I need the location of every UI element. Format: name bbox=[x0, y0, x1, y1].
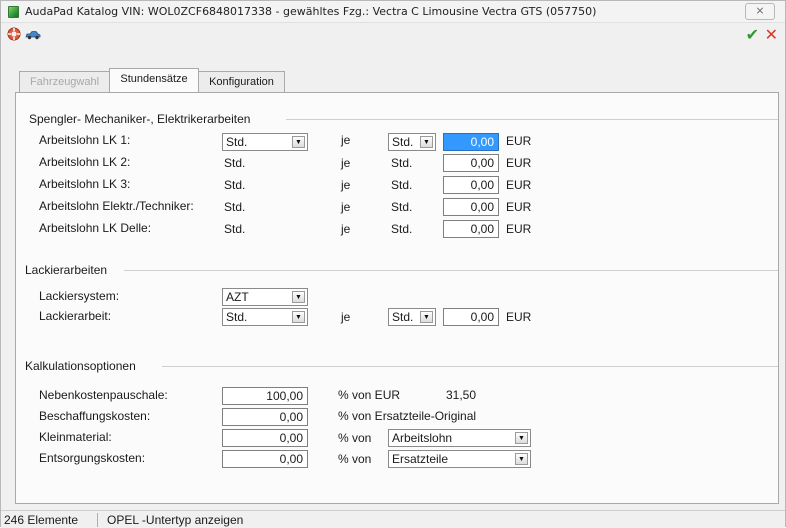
beschaffungskosten-suffix: % von Ersatzteile-Original bbox=[338, 409, 477, 423]
nebenkosten-amount: 31,50 bbox=[446, 388, 477, 402]
currency-label: EUR bbox=[506, 200, 532, 214]
kleinmaterial-label: Kleinmaterial: bbox=[39, 430, 112, 444]
unit-value-delle: Std. bbox=[224, 222, 246, 236]
rate-input-delle[interactable]: 0,00 bbox=[443, 220, 499, 238]
entsorgungskosten-basis-select[interactable]: Ersatzteile ▼ bbox=[388, 450, 531, 468]
unit-value-lk3: Std. bbox=[224, 178, 246, 192]
per-unit-select-lk1-value: Std. bbox=[392, 135, 414, 149]
group-title-spengler: Spengler- Mechaniker-, Elektrikerarbeite… bbox=[29, 112, 254, 126]
rate-input-elektr[interactable]: 0,00 bbox=[443, 198, 499, 216]
chevron-down-icon[interactable]: ▼ bbox=[420, 311, 433, 323]
je-label: je bbox=[341, 222, 351, 236]
row-label-lk2: Arbeitslohn LK 2: bbox=[39, 155, 131, 169]
lackiersystem-label: Lackiersystem: bbox=[39, 289, 120, 303]
entsorgungskosten-suffix: % von bbox=[338, 452, 372, 466]
status-subtype-link[interactable]: OPEL -Untertyp anzeigen bbox=[105, 513, 243, 528]
tab-konfiguration[interactable]: Konfiguration bbox=[198, 71, 285, 93]
per-unit-value-delle: Std. bbox=[391, 222, 413, 236]
unit-select-lk1-value: Std. bbox=[226, 135, 248, 149]
catalog-window: AudaPad Katalog VIN: WOL0ZCF6848017338 -… bbox=[0, 0, 786, 528]
lackierarbeit-unit-select[interactable]: Std. ▼ bbox=[222, 308, 308, 326]
cancel-icon[interactable]: ✕ bbox=[765, 25, 778, 45]
app-icon bbox=[8, 6, 19, 18]
row-label-lk3: Arbeitslohn LK 3: bbox=[39, 177, 131, 191]
row-label-delle: Arbeitslohn LK Delle: bbox=[39, 221, 152, 235]
per-unit-select-lk1[interactable]: Std. ▼ bbox=[388, 133, 436, 151]
tab-panel: Spengler- Mechaniker-, Elektrikerarbeite… bbox=[15, 92, 779, 504]
chevron-down-icon[interactable]: ▼ bbox=[515, 453, 528, 465]
row-label-lk1: Arbeitslohn LK 1: bbox=[39, 133, 131, 147]
rate-input-lk2[interactable]: 0,00 bbox=[443, 154, 499, 172]
window-title: AudaPad Katalog VIN: WOL0ZCF6848017338 -… bbox=[25, 5, 597, 18]
group-title-kalkulationsoptionen: Kalkulationsoptionen bbox=[25, 359, 139, 373]
kleinmaterial-suffix: % von bbox=[338, 431, 372, 445]
per-unit-value-lk3: Std. bbox=[391, 178, 413, 192]
entsorgungskosten-basis-select-value: Ersatzteile bbox=[392, 452, 449, 466]
status-separator bbox=[97, 513, 98, 527]
currency-label: EUR bbox=[506, 310, 532, 324]
je-label: je bbox=[341, 178, 351, 192]
kleinmaterial-basis-select[interactable]: Arbeitslohn ▼ bbox=[388, 429, 531, 447]
chevron-down-icon[interactable]: ▼ bbox=[420, 136, 433, 148]
entsorgungskosten-label: Entsorgungskosten: bbox=[39, 451, 146, 465]
tab-stundensaetze[interactable]: Stundensätze bbox=[109, 68, 199, 92]
currency-label: EUR bbox=[506, 156, 532, 170]
status-bar: 246 Elemente OPEL -Untertyp anzeigen bbox=[1, 510, 785, 528]
currency-label: EUR bbox=[506, 134, 532, 148]
beschaffungskosten-input[interactable]: 0,00 bbox=[222, 408, 308, 426]
lackierarbeit-per-unit-select[interactable]: Std. ▼ bbox=[388, 308, 436, 326]
lifebuoy-icon[interactable] bbox=[7, 27, 21, 44]
title-bar: AudaPad Katalog VIN: WOL0ZCF6848017338 -… bbox=[1, 1, 785, 23]
nebenkosten-input[interactable]: 100,00 bbox=[222, 387, 308, 405]
je-label: je bbox=[341, 310, 351, 324]
beschaffungskosten-label: Beschaffungskosten: bbox=[39, 409, 151, 423]
entsorgungskosten-input[interactable]: 0,00 bbox=[222, 450, 308, 468]
lackierarbeit-label: Lackierarbeit: bbox=[39, 309, 112, 323]
per-unit-value-elektr: Std. bbox=[391, 200, 413, 214]
rate-input-lk3[interactable]: 0,00 bbox=[443, 176, 499, 194]
unit-select-lk1[interactable]: Std. ▼ bbox=[222, 133, 308, 151]
chevron-down-icon[interactable]: ▼ bbox=[515, 432, 528, 444]
je-label: je bbox=[341, 200, 351, 214]
nebenkosten-suffix: % von EUR bbox=[338, 388, 401, 402]
nebenkosten-label: Nebenkostenpauschale: bbox=[39, 388, 168, 402]
kleinmaterial-input[interactable]: 0,00 bbox=[222, 429, 308, 447]
currency-label: EUR bbox=[506, 178, 532, 192]
toolbar: ✔ ✕ bbox=[1, 24, 785, 46]
group-title-lackierarbeiten: Lackierarbeiten bbox=[25, 263, 111, 277]
je-label: je bbox=[341, 133, 351, 147]
row-label-elektr: Arbeitslohn Elektr./Techniker: bbox=[39, 199, 194, 213]
rate-input-lk1[interactable]: 0,00 bbox=[443, 133, 499, 151]
group-divider bbox=[286, 119, 778, 120]
unit-value-lk2: Std. bbox=[224, 156, 246, 170]
chevron-down-icon[interactable]: ▼ bbox=[292, 136, 305, 148]
window-close-button[interactable]: ⨯ bbox=[745, 3, 775, 20]
currency-label: EUR bbox=[506, 222, 532, 236]
lackierarbeit-rate-input[interactable]: 0,00 bbox=[443, 308, 499, 326]
group-divider bbox=[124, 270, 778, 271]
tab-fahrzeugwahl[interactable]: Fahrzeugwahl bbox=[19, 71, 110, 93]
kleinmaterial-basis-select-value: Arbeitslohn bbox=[392, 431, 453, 445]
lackiersystem-select[interactable]: AZT ▼ bbox=[222, 288, 308, 306]
car-icon[interactable] bbox=[25, 29, 41, 43]
chevron-down-icon[interactable]: ▼ bbox=[292, 291, 305, 303]
lackiersystem-select-value: AZT bbox=[226, 290, 249, 304]
chevron-down-icon[interactable]: ▼ bbox=[292, 311, 305, 323]
lackierarbeit-per-unit-select-value: Std. bbox=[392, 310, 414, 324]
confirm-icon[interactable]: ✔ bbox=[746, 25, 759, 45]
unit-value-elektr: Std. bbox=[224, 200, 246, 214]
group-divider bbox=[162, 366, 778, 367]
per-unit-value-lk2: Std. bbox=[391, 156, 413, 170]
je-label: je bbox=[341, 156, 351, 170]
status-element-count: 246 Elemente bbox=[4, 513, 79, 527]
lackierarbeit-unit-select-value: Std. bbox=[226, 310, 248, 324]
